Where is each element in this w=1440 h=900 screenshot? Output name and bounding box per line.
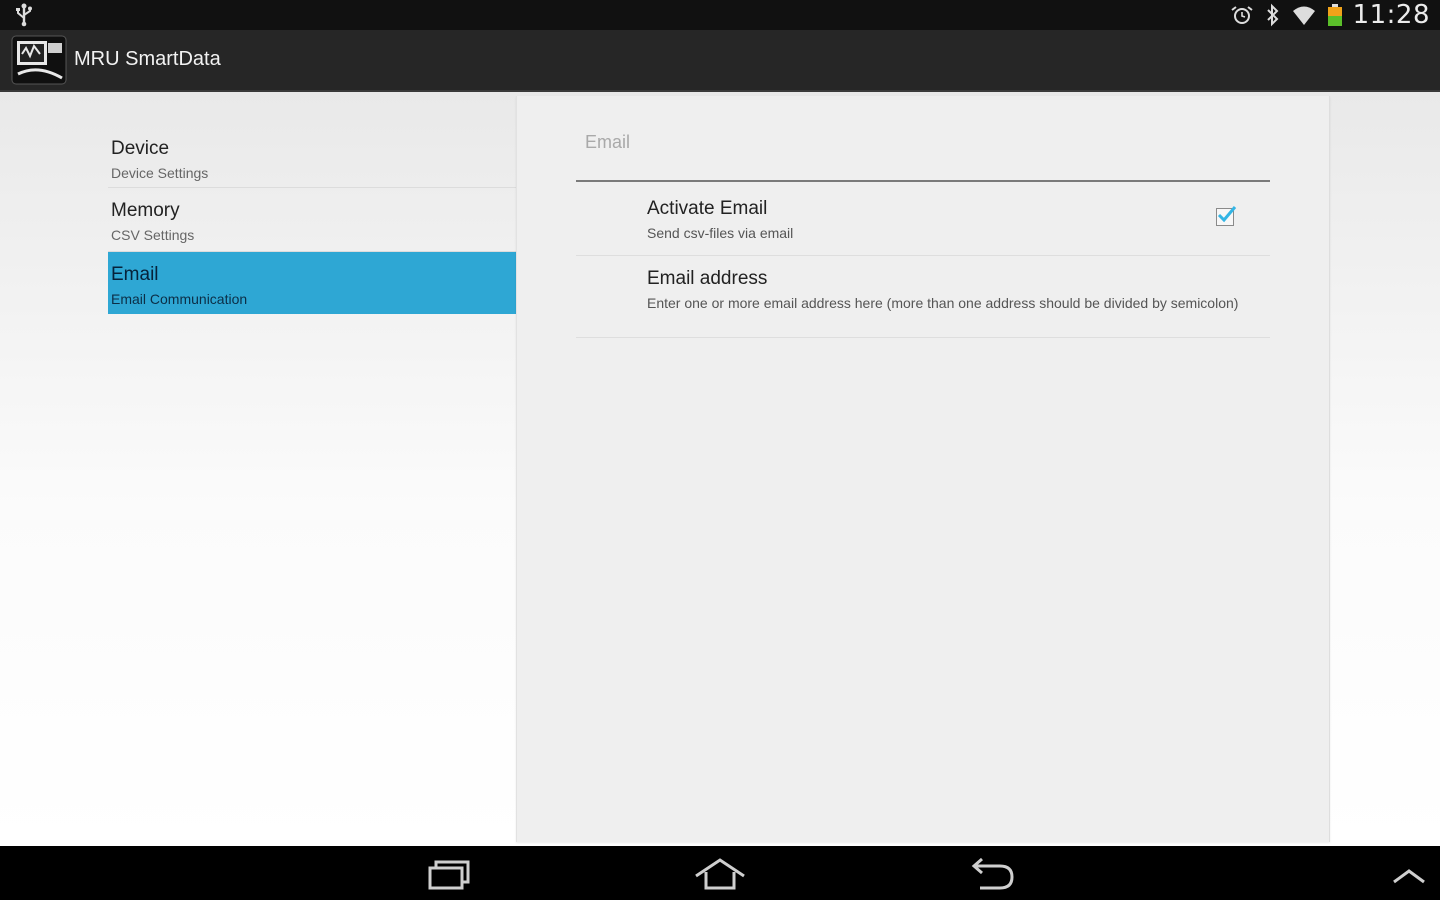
usb-icon (16, 3, 32, 27)
back-icon[interactable] (962, 854, 1022, 894)
header-title: Email (111, 264, 159, 285)
pref-title: Activate Email (647, 198, 768, 219)
app-title: MRU SmartData (74, 48, 221, 70)
headers-list: Device Device Settings Memory CSV Settin… (108, 126, 516, 314)
category-title: Email (585, 132, 631, 152)
pref-summary: Enter one or more email address here (mo… (647, 295, 1239, 311)
action-bar: MRU SmartData (0, 30, 1440, 92)
battery-icon (1327, 4, 1342, 26)
pref-email-address[interactable]: Email address Enter one or more email ad… (576, 256, 1270, 338)
pref-title: Email address (647, 268, 768, 289)
header-title: Device (111, 138, 170, 159)
settings-screen: Device Device Settings Memory CSV Settin… (0, 92, 1440, 846)
header-summary: Email Communication (111, 291, 248, 307)
recent-apps-icon[interactable] (420, 854, 480, 894)
header-item-email[interactable]: Email Email Communication (108, 252, 516, 314)
alarm-icon (1230, 6, 1253, 24)
bluetooth-icon (1266, 3, 1278, 27)
header-summary: Device Settings (111, 165, 209, 181)
up-arrow-icon[interactable] (1376, 854, 1436, 894)
home-icon[interactable] (690, 854, 750, 894)
activate-email-checkbox[interactable] (1216, 206, 1237, 226)
category-divider (576, 180, 1270, 182)
clock: 11:28 (1352, 0, 1430, 30)
pref-activate-email[interactable]: Activate Email Send csv-files via email (576, 184, 1270, 256)
header-item-memory[interactable]: Memory CSV Settings (108, 188, 516, 252)
checkmark-icon (1217, 206, 1237, 223)
pref-summary: Send csv-files via email (647, 225, 794, 241)
detail-pane: Email Activate Email Send csv-files via … (516, 96, 1330, 842)
header-title: Memory (111, 200, 180, 221)
wifi-icon (1292, 6, 1315, 25)
navigation-bar (0, 846, 1440, 900)
header-item-device[interactable]: Device Device Settings (108, 126, 516, 188)
header-summary: CSV Settings (111, 227, 195, 243)
app-logo-icon[interactable] (10, 34, 68, 86)
status-bar: 11:28 (0, 0, 1440, 30)
